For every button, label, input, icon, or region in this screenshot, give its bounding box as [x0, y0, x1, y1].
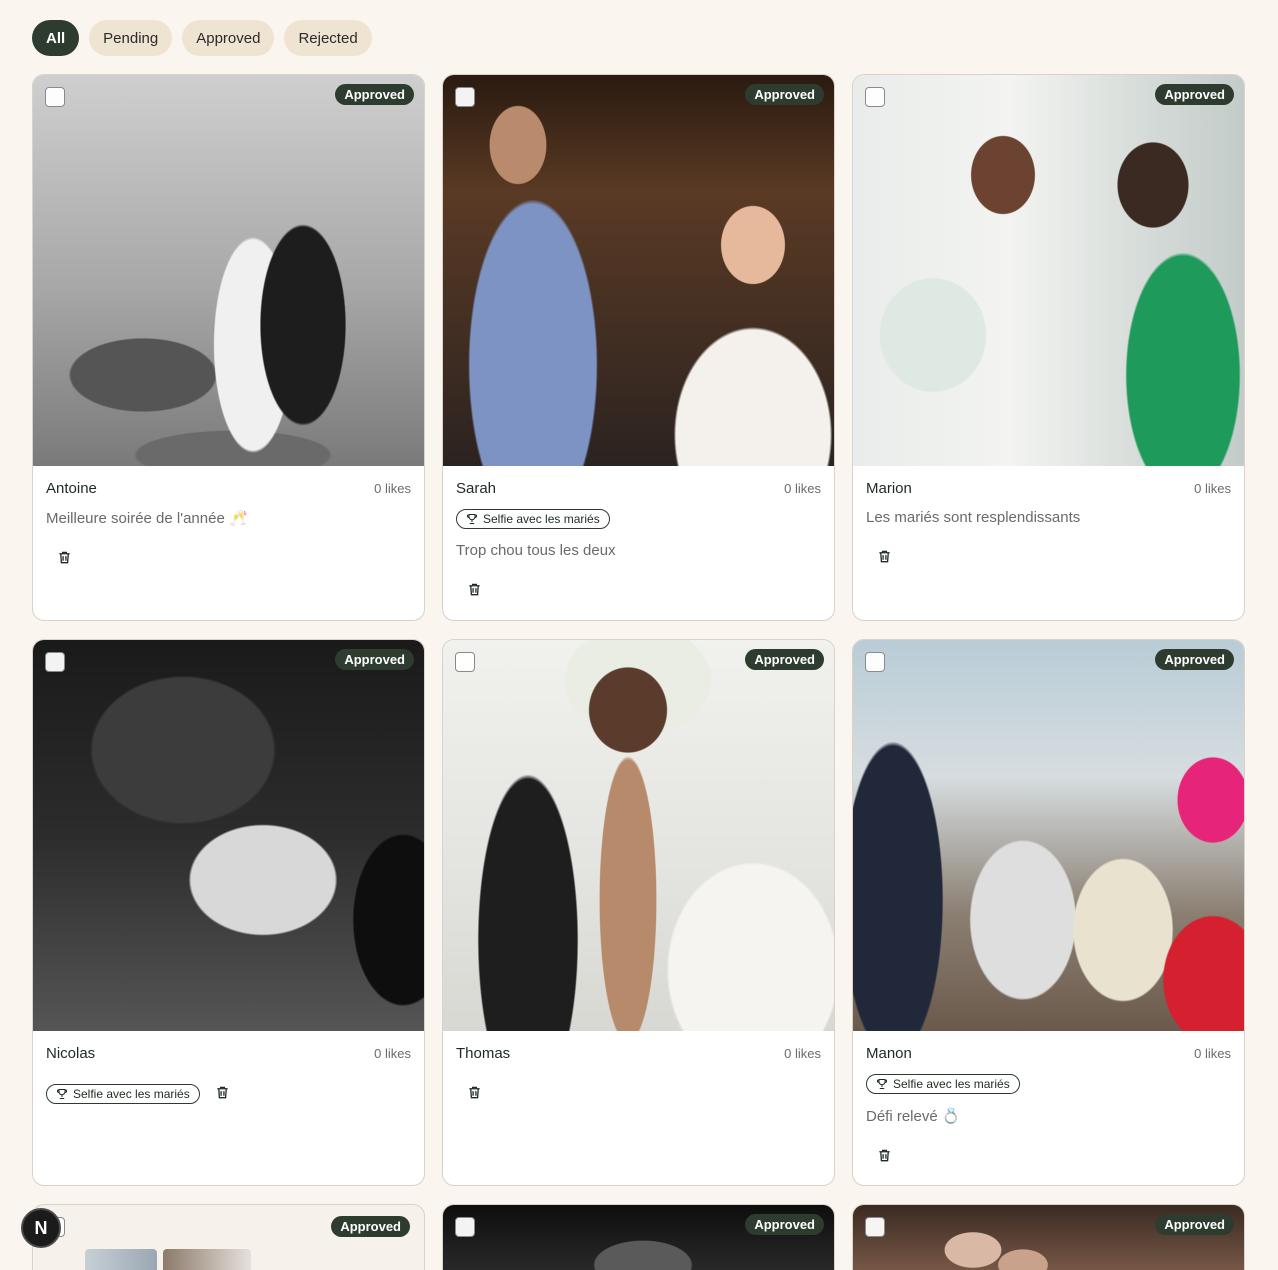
select-checkbox[interactable] — [865, 1217, 885, 1237]
status-filter-bar: All Pending Approved Rejected — [32, 20, 372, 56]
filter-pending[interactable]: Pending — [89, 20, 173, 56]
status-badge: Approved — [335, 649, 414, 670]
status-badge: Approved — [1155, 84, 1234, 105]
photo-image[interactable]: Approved — [853, 640, 1244, 1031]
photo-image[interactable]: Approved — [853, 75, 1244, 466]
filter-rejected[interactable]: Rejected — [284, 20, 372, 56]
photo-card: Approved Antoine 0 likes Meilleure soiré… — [32, 74, 425, 621]
photo-grid: Approved Antoine 0 likes Meilleure soiré… — [32, 74, 1245, 1270]
trash-icon[interactable] — [872, 544, 896, 568]
trophy-icon — [876, 1078, 888, 1090]
photo-card: Approved Manon 0 likes Selfie avec les m… — [852, 639, 1245, 1186]
challenge-tag-label: Selfie avec les mariés — [483, 512, 600, 526]
photo-card: Approved Thomas 0 likes — [442, 639, 835, 1186]
collage-thumb — [85, 1249, 157, 1270]
caption: Meilleure soirée de l'année 🥂 — [46, 510, 248, 527]
trash-icon[interactable] — [462, 1080, 486, 1104]
trash-icon[interactable] — [872, 1143, 896, 1167]
author-name: Nicolas — [46, 1045, 96, 1062]
select-checkbox[interactable] — [865, 652, 885, 672]
status-badge: Approved — [335, 84, 414, 105]
photo-image[interactable]: Approved — [33, 640, 424, 1031]
photo-card: Approved Nicolas 0 likes Selfie avec les… — [32, 639, 425, 1186]
filter-all[interactable]: All — [32, 20, 80, 56]
challenge-tag-label: Selfie avec les mariés — [73, 1086, 190, 1101]
author-name: Manon — [866, 1045, 912, 1062]
trash-icon[interactable] — [52, 545, 76, 569]
status-badge: Approved — [331, 1216, 410, 1237]
author-name: Sarah — [456, 480, 497, 497]
author-name: Antoine — [46, 480, 97, 497]
select-checkbox[interactable] — [455, 652, 475, 672]
status-badge: Approved — [745, 649, 824, 670]
trophy-icon — [466, 513, 478, 525]
app-logo-button[interactable]: N — [21, 1208, 61, 1248]
select-checkbox[interactable] — [455, 87, 475, 107]
caption: Trop chou tous les deux — [456, 542, 616, 559]
author-name: Marion — [866, 480, 912, 497]
challenge-tag: Selfie avec les mariés — [866, 1074, 1020, 1094]
select-checkbox[interactable] — [45, 652, 65, 672]
photo-card: Approved Marion 0 likes Les mariés sont … — [852, 74, 1245, 621]
trash-icon[interactable] — [210, 1080, 234, 1104]
photo-collage — [85, 1249, 251, 1270]
likes-count: 0 likes — [1194, 481, 1231, 496]
likes-count: 0 likes — [784, 1046, 821, 1061]
photo-card: Approved — [442, 1204, 835, 1270]
status-badge: Approved — [1155, 649, 1234, 670]
likes-count: 0 likes — [374, 1046, 411, 1061]
photo-image[interactable]: Approved — [33, 75, 424, 466]
status-badge: Approved — [745, 1214, 824, 1235]
select-checkbox[interactable] — [865, 87, 885, 107]
trash-icon[interactable] — [462, 577, 486, 601]
challenge-tag: Selfie avec les mariés — [46, 1083, 200, 1104]
caption: Les mariés sont resplendissants — [866, 509, 1081, 526]
author-name: Thomas — [456, 1045, 511, 1062]
trophy-icon — [56, 1088, 68, 1099]
status-badge: Approved — [1155, 1214, 1234, 1235]
likes-count: 0 likes — [784, 481, 821, 496]
challenge-tag-label: Selfie avec les mariés — [893, 1077, 1010, 1091]
photo-card: Approved — [32, 1204, 425, 1270]
likes-count: 0 likes — [1194, 1046, 1231, 1061]
status-badge: Approved — [745, 84, 824, 105]
photo-image[interactable]: Approved — [443, 640, 834, 1031]
photo-card: Approved — [852, 1204, 1245, 1270]
collage-thumb — [163, 1249, 251, 1270]
select-checkbox[interactable] — [455, 1217, 475, 1237]
likes-count: 0 likes — [374, 481, 411, 496]
photo-image[interactable]: Approved — [443, 75, 834, 466]
caption: Défi relevé 💍 — [866, 1108, 961, 1125]
select-checkbox[interactable] — [45, 87, 65, 107]
photo-card: Approved Sarah 0 likes Selfie avec les m… — [442, 74, 835, 621]
filter-approved[interactable]: Approved — [182, 20, 275, 56]
challenge-tag: Selfie avec les mariés — [456, 509, 610, 529]
